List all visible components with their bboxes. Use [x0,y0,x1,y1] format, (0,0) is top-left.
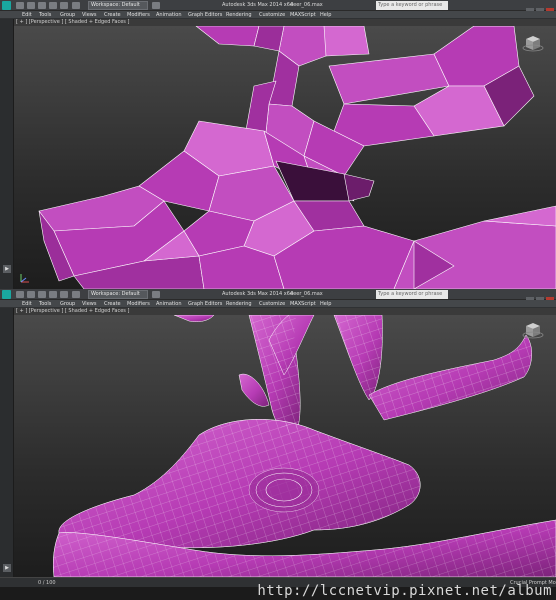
watermark-url: http://lccnetvip.pixnet.net/album [257,583,552,599]
menu-graph-editors[interactable]: Graph Editors [188,11,222,19]
perspective-viewport[interactable] [14,26,556,289]
viewcube-icon[interactable] [522,34,544,52]
redo-icon[interactable] [60,291,68,298]
workspace-dropdown[interactable]: Workspace: Default [88,290,148,299]
axis-tripod-icon [18,272,30,284]
deer-lowpoly-mesh [38,26,556,289]
file-name: deer_06.max [290,291,323,297]
menu-group[interactable]: Group [60,300,75,308]
menu-customize[interactable]: Customize [259,300,285,308]
app-logo-icon[interactable] [2,1,11,10]
top-app-window: Workspace: Default Autodesk 3ds Max 2014… [0,0,556,289]
title-bar: Workspace: Default Autodesk 3ds Max 2014… [0,0,556,16]
menu-customize[interactable]: Customize [259,11,285,19]
search-input[interactable]: Type a keyword or phrase [376,1,448,10]
menu-create[interactable]: Create [104,300,121,308]
play-arrow-icon[interactable]: ▶ [3,564,11,572]
menu-edit[interactable]: Edit [22,300,32,308]
menu-animation[interactable]: Animation [156,300,182,308]
perspective-viewport[interactable] [14,315,556,577]
app-title: Autodesk 3ds Max 2014 x64 [222,291,294,297]
undo-icon[interactable] [49,2,57,9]
menu-modifiers[interactable]: Modifiers [127,11,150,19]
undo-icon[interactable] [49,291,57,298]
project-folder-icon[interactable] [72,2,80,9]
file-name: deer_06.max [290,2,323,8]
open-file-icon[interactable] [27,291,35,298]
project-folder-icon[interactable] [72,291,80,298]
menu-rendering[interactable]: Rendering [226,300,252,308]
menu-views[interactable]: Views [82,300,96,308]
new-file-icon[interactable] [16,291,24,298]
viewcube-icon[interactable] [522,321,544,339]
menu-tools[interactable]: Tools [39,300,51,308]
deer-smooth-mesh [52,315,556,577]
workspace-dropdown[interactable]: Workspace: Default [88,1,148,10]
left-toolbar-strip: ▶ [0,19,14,289]
bottom-app-window: Workspace: Default Autodesk 3ds Max 2014… [0,289,556,587]
menu-modifiers[interactable]: Modifiers [127,300,150,308]
menu-views[interactable]: Views [82,11,96,19]
menu-help[interactable]: Help [320,11,331,19]
app-title: Autodesk 3ds Max 2014 x64 [222,2,294,8]
redo-icon[interactable] [60,2,68,9]
dropdown-arrow-icon[interactable] [152,291,160,298]
menu-edit[interactable]: Edit [22,11,32,19]
menu-group[interactable]: Group [60,11,75,19]
viewport-label[interactable]: [ + ] [Perspective ] [ Shaded + Edged Fa… [16,308,129,315]
viewport-label[interactable]: [ + ] [Perspective ] [ Shaded + Edged Fa… [16,19,129,26]
app-logo-icon[interactable] [2,290,11,299]
menu-bar: Edit Tools Group Views Create Modifiers … [0,300,556,308]
dropdown-arrow-icon[interactable] [152,2,160,9]
play-arrow-icon[interactable]: ▶ [3,265,11,273]
left-toolbar-strip: ▶ [0,308,14,577]
open-file-icon[interactable] [27,2,35,9]
menu-maxscript[interactable]: MAXScript [290,300,316,308]
save-file-icon[interactable] [38,291,46,298]
new-file-icon[interactable] [16,2,24,9]
title-bar: Workspace: Default Autodesk 3ds Max 2014… [0,289,556,305]
menu-maxscript[interactable]: MAXScript [290,11,316,19]
menu-help[interactable]: Help [320,300,331,308]
menu-create[interactable]: Create [104,11,121,19]
save-file-icon[interactable] [38,2,46,9]
search-input[interactable]: Type a keyword or phrase [376,290,448,299]
frame-counter: 0 / 100 [38,580,56,586]
menu-bar: Edit Tools Group Views Create Modifiers … [0,11,556,19]
menu-graph-editors[interactable]: Graph Editors [188,300,222,308]
menu-tools[interactable]: Tools [39,11,51,19]
menu-rendering[interactable]: Rendering [226,11,252,19]
menu-animation[interactable]: Animation [156,11,182,19]
